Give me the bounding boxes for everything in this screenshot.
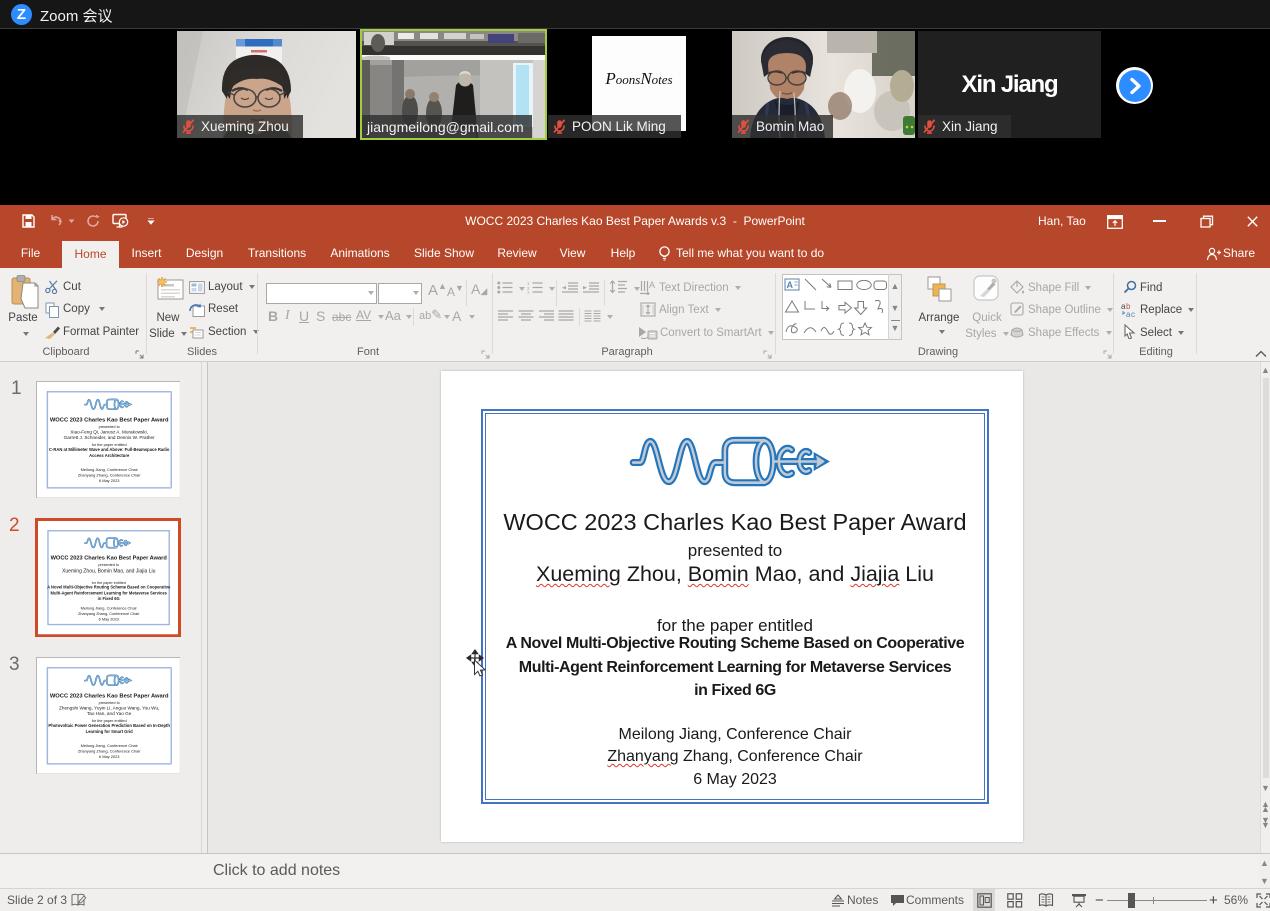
svg-text:A: A [787, 280, 794, 290]
svg-text:3: 3 [527, 291, 530, 295]
svg-text:A: A [649, 280, 655, 290]
svg-text:c: c [1131, 310, 1135, 318]
